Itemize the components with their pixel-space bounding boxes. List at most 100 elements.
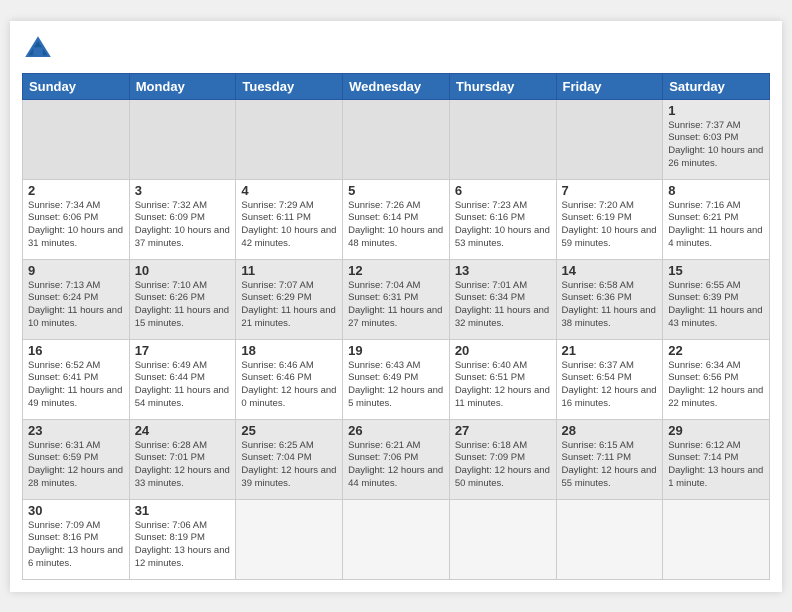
day-cell: 14Sunrise: 6:58 AM Sunset: 6:36 PM Dayli… (556, 259, 663, 339)
day-cell (236, 99, 343, 179)
week-row-3: 9Sunrise: 7:13 AM Sunset: 6:24 PM Daylig… (23, 259, 770, 339)
day-info: Sunrise: 6:46 AM Sunset: 6:46 PM Dayligh… (241, 360, 337, 411)
day-number: 18 (241, 343, 337, 358)
day-info: Sunrise: 6:21 AM Sunset: 7:06 PM Dayligh… (348, 440, 444, 491)
day-cell: 21 Sunrise: 6:37 AM Sunset: 6:54 PM Dayli… (556, 339, 663, 419)
day-info: Sunrise: 7:34 AM Sunset: 6:06 PM Dayligh… (28, 200, 124, 251)
day-info: Sunrise: 7:26 AM Sunset: 6:14 PM Dayligh… (348, 200, 444, 251)
day-number: 30 (28, 503, 124, 518)
day-info: Sunrise: 7:10 AM Sunset: 6:26 PM Dayligh… (135, 280, 231, 331)
day-cell (343, 99, 450, 179)
day-info: Sunrise: 6:34 AM Sunset: 6:56 PM Dayligh… (668, 360, 764, 411)
day-cell: 30 Sunrise: 7:09 AM Sunset: 8:16 PM Dayli… (23, 499, 130, 579)
day-number: 21 (562, 343, 658, 358)
day-number: 9 (28, 263, 124, 278)
day-cell: 29 Sunrise: 6:12 AM Sunset: 7:14 PM Dayli… (663, 419, 770, 499)
day-info: Sunrise: 6:28 AM Sunset: 7:01 PM Dayligh… (135, 440, 231, 491)
day-number: 22 (668, 343, 764, 358)
day-number: 2 (28, 183, 124, 198)
day-info: Sunrise: 6:49 AM Sunset: 6:44 PM Dayligh… (135, 360, 231, 411)
day-cell: 24Sunrise: 6:28 AM Sunset: 7:01 PM Dayli… (129, 419, 236, 499)
day-info: Sunrise: 7:09 AM Sunset: 8:16 PM Dayligh… (28, 520, 124, 571)
day-number: 13 (455, 263, 551, 278)
day-cell: 2 Sunrise: 7:34 AM Sunset: 6:06 PM Daylig… (23, 179, 130, 259)
day-cell (236, 499, 343, 579)
day-cell: 26Sunrise: 6:21 AM Sunset: 7:06 PM Dayli… (343, 419, 450, 499)
day-number: 11 (241, 263, 337, 278)
day-cell: 7Sunrise: 7:20 AM Sunset: 6:19 PM Daylig… (556, 179, 663, 259)
day-cell (343, 499, 450, 579)
weekday-header-tuesday: Tuesday (236, 73, 343, 99)
day-number: 12 (348, 263, 444, 278)
week-row-6: 30 Sunrise: 7:09 AM Sunset: 8:16 PM Dayli… (23, 499, 770, 579)
day-cell: 31 Sunrise: 7:06 AM Sunset: 8:19 PM Dayli… (129, 499, 236, 579)
day-info: Sunrise: 6:12 AM Sunset: 7:14 PM Dayligh… (668, 440, 764, 491)
day-cell (556, 499, 663, 579)
day-info: Sunrise: 7:23 AM Sunset: 6:16 PM Dayligh… (455, 200, 551, 251)
day-number: 29 (668, 423, 764, 438)
week-row-5: 23Sunrise: 6:31 AM Sunset: 6:59 PM Dayli… (23, 419, 770, 499)
logo-icon (22, 33, 54, 65)
day-cell: 13 Sunrise: 7:01 AM Sunset: 6:34 PM Dayli… (449, 259, 556, 339)
day-cell: 8 Sunrise: 7:16 AM Sunset: 6:21 PM Daylig… (663, 179, 770, 259)
day-number: 31 (135, 503, 231, 518)
day-cell: 3Sunrise: 7:32 AM Sunset: 6:09 PM Daylig… (129, 179, 236, 259)
header (22, 33, 770, 65)
day-info: Sunrise: 7:37 AM Sunset: 6:03 PM Dayligh… (668, 120, 764, 171)
day-cell (556, 99, 663, 179)
day-number: 4 (241, 183, 337, 198)
day-number: 3 (135, 183, 231, 198)
day-cell (129, 99, 236, 179)
day-cell: 22 Sunrise: 6:34 AM Sunset: 6:56 PM Dayli… (663, 339, 770, 419)
day-cell: 27 Sunrise: 6:18 AM Sunset: 7:09 PM Dayli… (449, 419, 556, 499)
day-number: 6 (455, 183, 551, 198)
day-info: Sunrise: 7:07 AM Sunset: 6:29 PM Dayligh… (241, 280, 337, 331)
day-cell (449, 99, 556, 179)
weekday-header-wednesday: Wednesday (343, 73, 450, 99)
day-cell: 28Sunrise: 6:15 AM Sunset: 7:11 PM Dayli… (556, 419, 663, 499)
day-cell: 16Sunrise: 6:52 AM Sunset: 6:41 PM Dayli… (23, 339, 130, 419)
day-number: 8 (668, 183, 764, 198)
day-number: 17 (135, 343, 231, 358)
week-row-4: 16Sunrise: 6:52 AM Sunset: 6:41 PM Dayli… (23, 339, 770, 419)
day-info: Sunrise: 6:18 AM Sunset: 7:09 PM Dayligh… (455, 440, 551, 491)
day-info: Sunrise: 7:06 AM Sunset: 8:19 PM Dayligh… (135, 520, 231, 571)
day-cell: 10 Sunrise: 7:10 AM Sunset: 6:26 PM Dayli… (129, 259, 236, 339)
day-number: 10 (135, 263, 231, 278)
day-info: Sunrise: 7:01 AM Sunset: 6:34 PM Dayligh… (455, 280, 551, 331)
day-cell: 17 Sunrise: 6:49 AM Sunset: 6:44 PM Dayli… (129, 339, 236, 419)
day-number: 23 (28, 423, 124, 438)
day-cell: 6 Sunrise: 7:23 AM Sunset: 6:16 PM Daylig… (449, 179, 556, 259)
week-row-1: 1 Sunrise: 7:37 AM Sunset: 6:03 PM Daylig… (23, 99, 770, 179)
weekday-header-sunday: Sunday (23, 73, 130, 99)
day-number: 16 (28, 343, 124, 358)
day-cell: 5Sunrise: 7:26 AM Sunset: 6:14 PM Daylig… (343, 179, 450, 259)
day-info: Sunrise: 7:29 AM Sunset: 6:11 PM Dayligh… (241, 200, 337, 251)
day-cell (23, 99, 130, 179)
day-cell: 20Sunrise: 6:40 AM Sunset: 6:51 PM Dayli… (449, 339, 556, 419)
day-number: 15 (668, 263, 764, 278)
day-cell: 11 Sunrise: 7:07 AM Sunset: 6:29 PM Dayli… (236, 259, 343, 339)
day-cell (663, 499, 770, 579)
day-info: Sunrise: 7:16 AM Sunset: 6:21 PM Dayligh… (668, 200, 764, 251)
day-info: Sunrise: 6:58 AM Sunset: 6:36 PM Dayligh… (562, 280, 658, 331)
day-number: 1 (668, 103, 764, 118)
day-info: Sunrise: 6:25 AM Sunset: 7:04 PM Dayligh… (241, 440, 337, 491)
day-number: 7 (562, 183, 658, 198)
weekday-header-friday: Friday (556, 73, 663, 99)
day-info: Sunrise: 6:15 AM Sunset: 7:11 PM Dayligh… (562, 440, 658, 491)
day-cell: 4 Sunrise: 7:29 AM Sunset: 6:11 PM Daylig… (236, 179, 343, 259)
weekday-header-thursday: Thursday (449, 73, 556, 99)
day-cell: 19 Sunrise: 6:43 AM Sunset: 6:49 PM Dayli… (343, 339, 450, 419)
day-info: Sunrise: 6:37 AM Sunset: 6:54 PM Dayligh… (562, 360, 658, 411)
day-number: 19 (348, 343, 444, 358)
day-cell: 18 Sunrise: 6:46 AM Sunset: 6:46 PM Dayli… (236, 339, 343, 419)
day-info: Sunrise: 6:43 AM Sunset: 6:49 PM Dayligh… (348, 360, 444, 411)
day-number: 27 (455, 423, 551, 438)
weekday-header-saturday: Saturday (663, 73, 770, 99)
day-info: Sunrise: 6:55 AM Sunset: 6:39 PM Dayligh… (668, 280, 764, 331)
calendar-table: SundayMondayTuesdayWednesdayThursdayFrid… (22, 73, 770, 580)
day-info: Sunrise: 6:40 AM Sunset: 6:51 PM Dayligh… (455, 360, 551, 411)
day-cell: 23Sunrise: 6:31 AM Sunset: 6:59 PM Dayli… (23, 419, 130, 499)
week-row-2: 2 Sunrise: 7:34 AM Sunset: 6:06 PM Daylig… (23, 179, 770, 259)
